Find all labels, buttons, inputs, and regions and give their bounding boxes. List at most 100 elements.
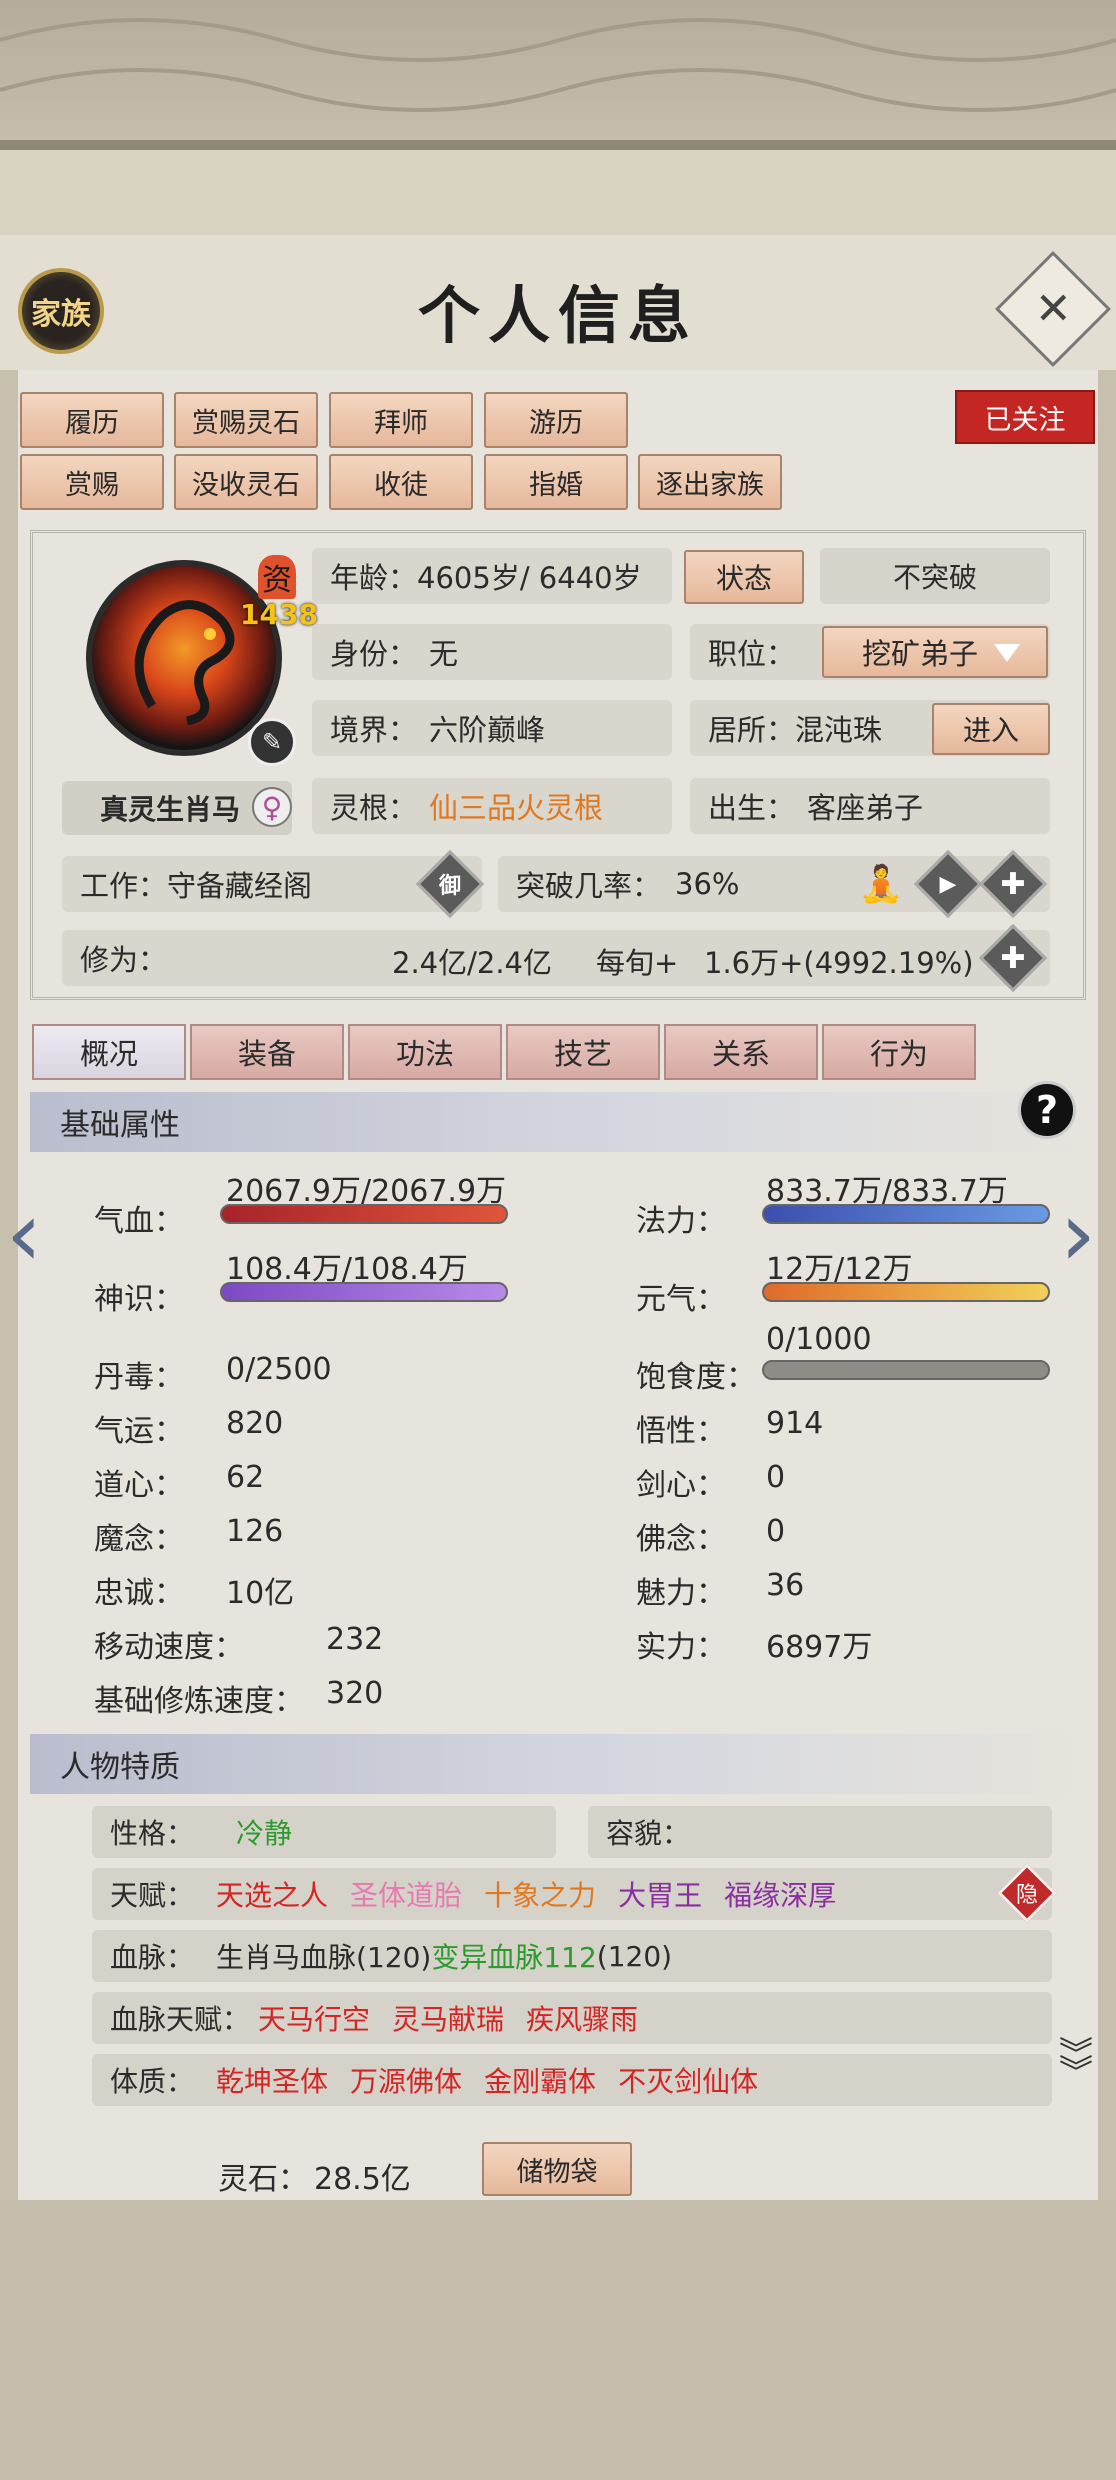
help-icon[interactable]: ? xyxy=(1018,1081,1076,1139)
tab-overview[interactable]: 概况 xyxy=(32,1024,186,1080)
stat-label: 悟性： xyxy=(636,1414,726,1449)
marriage-button[interactable]: 指婚 xyxy=(484,454,628,510)
speed-value: 232 xyxy=(326,1622,384,1657)
bloodline-talent-item[interactable]: 疾风骤雨 xyxy=(526,1998,638,2038)
scroll-down-icon[interactable]: ︾ ︾ xyxy=(1046,2038,1106,2116)
close-icon: ✕ xyxy=(1034,283,1072,334)
physique-item[interactable]: 不灭剑仙体 xyxy=(618,2060,758,2100)
sense-label: 神识： xyxy=(94,1282,184,1317)
edit-icon[interactable]: ✎ xyxy=(248,718,296,766)
expel-button[interactable]: 逐出家族 xyxy=(638,454,782,510)
age-row: 年龄： 4605岁/ 6440岁 xyxy=(312,548,672,604)
talent-item[interactable]: 圣体道胎 xyxy=(350,1874,462,1914)
chance-value: 36% xyxy=(675,867,740,901)
talent-item[interactable]: 福缘深厚 xyxy=(724,1874,836,1914)
cultivation-rate-value: 1.6万+(4992.19%) xyxy=(704,946,974,980)
bloodline-mutation: 变异血脉112 xyxy=(431,1941,597,1974)
bloodline-talent-row: 血脉天赋： 天马行空 灵马献瑞 疾风骤雨 xyxy=(92,1992,1052,2044)
bloodline-talent-item[interactable]: 天马行空 xyxy=(258,1998,370,2038)
cultivation-label: 修为： xyxy=(80,943,168,977)
bloodline-talent-label: 血脉天赋： xyxy=(110,2003,251,2036)
train-speed-label: 基础修炼速度： xyxy=(94,1684,304,1719)
guard-icon-label: 御 xyxy=(438,874,461,899)
talent-item[interactable]: 天选之人 xyxy=(216,1874,328,1914)
reward-button[interactable]: 赏赐 xyxy=(20,454,164,510)
bloodline-talent-item[interactable]: 灵马献瑞 xyxy=(392,1998,504,2038)
stat-label: 佛念： xyxy=(636,1522,726,1557)
reward-stone-button[interactable]: 赏赐灵石 xyxy=(174,392,318,448)
mp-label: 法力： xyxy=(636,1204,726,1239)
personality-row: 性格： 冷静 xyxy=(92,1806,556,1858)
root-row: 灵根： 仙三品火灵根 xyxy=(312,778,672,834)
meditation-icon[interactable]: 🧘 xyxy=(856,856,906,912)
talent-item[interactable]: 十象之力 xyxy=(484,1874,596,1914)
next-arrow-icon[interactable]: › xyxy=(1060,1190,1096,1280)
prev-arrow-icon[interactable]: ‹ xyxy=(6,1190,42,1280)
chevron-down-icon xyxy=(994,644,1020,662)
cultivation-value: 2.4亿/2.4亿 xyxy=(392,946,553,980)
talent-label: 天赋： xyxy=(110,1879,195,1912)
birth-value: 客座弟子 xyxy=(807,791,924,825)
physique-item[interactable]: 万源佛体 xyxy=(350,2060,462,2100)
position-label: 职位： xyxy=(708,637,796,671)
bloodline-label: 血脉： xyxy=(110,1941,195,1974)
stat-label: 魔念： xyxy=(94,1522,184,1557)
stat-value: 10亿 xyxy=(226,1576,295,1611)
physique-item[interactable]: 乾坤圣体 xyxy=(216,2060,328,2100)
stat-value: 0 xyxy=(766,1514,786,1549)
vital-label: 元气： xyxy=(636,1282,726,1317)
no-breakthrough-button[interactable]: 不突破 xyxy=(820,548,1050,604)
bottom-area xyxy=(0,2200,1116,2480)
take-disciple-button[interactable]: 收徒 xyxy=(329,454,473,510)
root-value: 仙三品火灵根 xyxy=(429,791,604,825)
stat-value: 0 xyxy=(766,1460,786,1495)
tab-equipment[interactable]: 装备 xyxy=(190,1024,344,1080)
status-button[interactable]: 状态 xyxy=(684,550,804,604)
position-value: 挖矿弟子 xyxy=(862,637,979,671)
enter-button[interactable]: 进入 xyxy=(932,703,1050,755)
residence-label: 居所： xyxy=(708,713,796,747)
stat-label: 实力： xyxy=(636,1630,726,1665)
personality-label: 性格： xyxy=(110,1817,195,1850)
stat-value: 126 xyxy=(226,1514,284,1549)
physique-label: 体质： xyxy=(110,2065,195,2098)
satiety-value: 0/1000 xyxy=(766,1322,872,1357)
tab-techniques[interactable]: 功法 xyxy=(348,1024,502,1080)
birth-row: 出生： 客座弟子 xyxy=(690,778,1050,834)
talent-item[interactable]: 大胃王 xyxy=(618,1874,702,1914)
personality-value: 冷静 xyxy=(236,1817,293,1850)
satiety-label: 饱食度： xyxy=(636,1360,756,1395)
hp-bar xyxy=(220,1204,508,1224)
physique-row: 体质： 乾坤圣体 万源佛体 金刚霸体 不灭剑仙体 xyxy=(92,2054,1052,2106)
train-speed-value: 320 xyxy=(326,1676,384,1711)
followed-button[interactable]: 已关注 xyxy=(955,390,1095,444)
age-label: 年龄： xyxy=(330,561,418,595)
spirit-stone-label: 灵石： xyxy=(218,2162,308,2197)
speed-label: 移动速度： xyxy=(94,1630,244,1665)
stat-label: 忠诚： xyxy=(94,1576,184,1611)
tab-relations[interactable]: 关系 xyxy=(664,1024,818,1080)
stat-label: 丹毒： xyxy=(94,1360,184,1395)
stat-label: 魅力： xyxy=(636,1576,726,1611)
stat-value: 6897万 xyxy=(766,1630,873,1665)
tab-behavior[interactable]: 行为 xyxy=(822,1024,976,1080)
basic-attributes-heading: 基础属性 xyxy=(30,1092,1086,1152)
aptitude-value: 1438 xyxy=(240,598,318,631)
play-icon-glyph: ▶ xyxy=(939,871,957,897)
tab-skills[interactable]: 技艺 xyxy=(506,1024,660,1080)
history-button[interactable]: 履历 xyxy=(20,392,164,448)
satiety-bar xyxy=(762,1360,1050,1380)
header-top xyxy=(0,150,1116,235)
realm-label: 境界： xyxy=(330,713,418,747)
confiscate-stone-button[interactable]: 没收灵石 xyxy=(174,454,318,510)
apprentice-button[interactable]: 拜师 xyxy=(329,392,473,448)
realm-value: 六阶巅峰 xyxy=(429,713,546,747)
storage-bag-button[interactable]: 储物袋 xyxy=(482,2142,632,2196)
stat-value: 0/2500 xyxy=(226,1352,332,1387)
work-label: 工作： xyxy=(80,869,168,903)
physique-item[interactable]: 金刚霸体 xyxy=(484,2060,596,2100)
age-value: 4605岁/ 6440岁 xyxy=(417,561,642,595)
stat-value: 914 xyxy=(766,1406,824,1441)
identity-value: 无 xyxy=(429,637,459,671)
travel-button[interactable]: 游历 xyxy=(484,392,628,448)
